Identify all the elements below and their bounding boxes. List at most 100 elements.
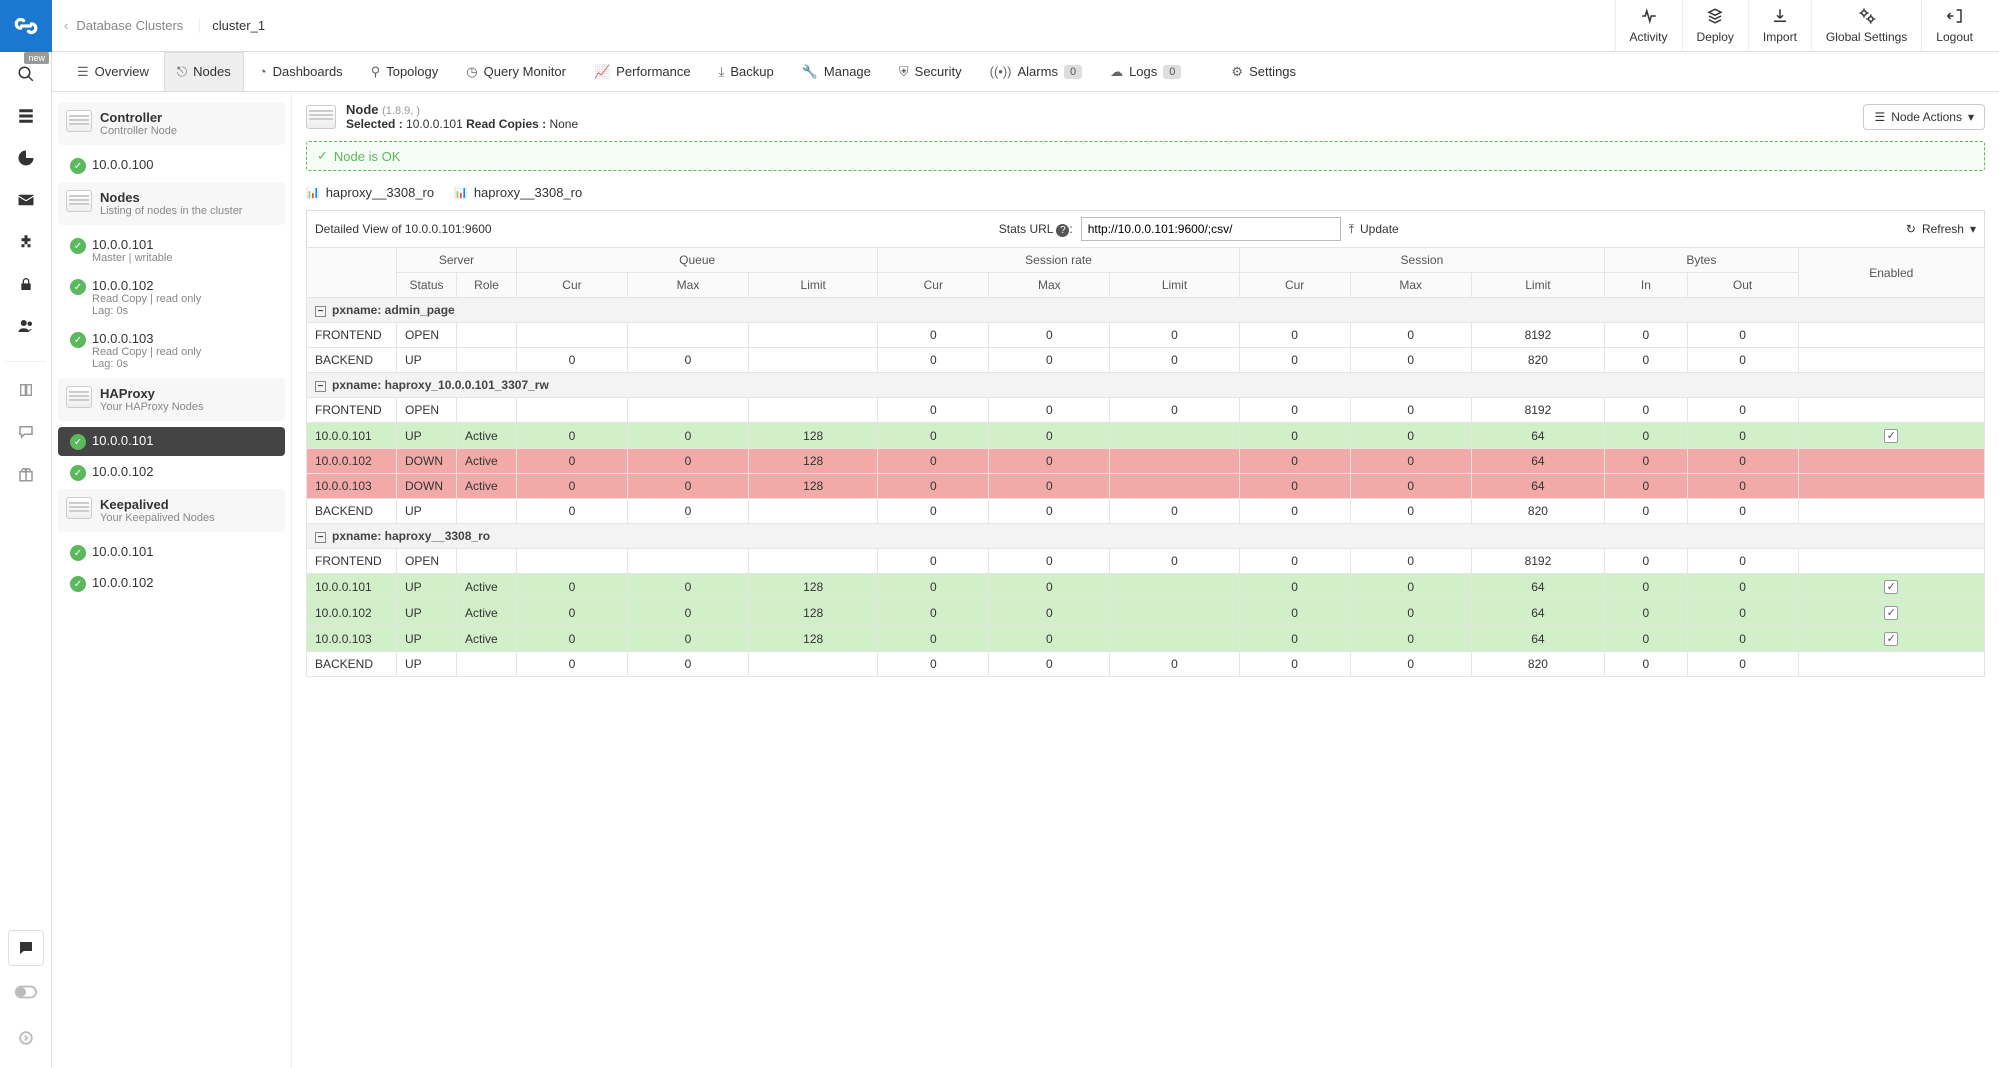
- node-actions-button[interactable]: ☰ Node Actions ▾: [1863, 104, 1985, 130]
- tab-dashboards[interactable]: ◔Dashboards: [246, 52, 356, 91]
- read-copies-value: None: [549, 117, 578, 131]
- book-icon[interactable]: [6, 370, 46, 410]
- activity-icon: [1639, 7, 1659, 30]
- brand-logo[interactable]: [0, 0, 52, 52]
- chat-button[interactable]: [8, 930, 44, 966]
- rail-divider: [5, 352, 46, 362]
- users-icon[interactable]: [6, 306, 46, 346]
- th-r-limit[interactable]: Limit: [1110, 273, 1239, 298]
- haproxy-node[interactable]: ✓ 10.0.0.101: [58, 427, 285, 456]
- tab-logs[interactable]: ☁Logs0: [1097, 52, 1194, 91]
- table-section-header[interactable]: −pxname: haproxy__3308_ro: [307, 524, 1985, 549]
- enabled-checkbox[interactable]: [1884, 632, 1898, 646]
- help-icon[interactable]: ?: [1056, 224, 1069, 237]
- th-queue[interactable]: Queue: [517, 248, 878, 273]
- enabled-checkbox[interactable]: [1884, 429, 1898, 443]
- keepalived-group-subtitle: Your Keepalived Nodes: [100, 512, 215, 524]
- table-row: 10.0.0.101UPActive0012800006400: [307, 574, 1985, 600]
- th-q-cur[interactable]: Cur: [517, 273, 628, 298]
- gears-icon: [1856, 7, 1878, 30]
- breadcrumb: ‹ Database Clusters cluster_1: [64, 18, 265, 33]
- collapse-icon[interactable]: −: [315, 306, 326, 317]
- reports-icon[interactable]: [6, 138, 46, 178]
- th-bytes[interactable]: Bytes: [1605, 248, 1798, 273]
- table-row: 10.0.0.102UPActive0012800006400: [307, 600, 1985, 626]
- th-bytes-out[interactable]: Out: [1687, 273, 1798, 298]
- db-node[interactable]: ✓ 10.0.0.102Read Copy | read onlyLag: 0s: [58, 272, 285, 323]
- th-role[interactable]: Role: [457, 273, 517, 298]
- enabled-checkbox[interactable]: [1884, 606, 1898, 620]
- tab-overview[interactable]: ☰Overview: [64, 52, 162, 91]
- chevron-down-icon: ▾: [1968, 110, 1974, 124]
- global-settings-button[interactable]: Global Settings: [1811, 0, 1921, 52]
- status-ok-icon: ✓: [70, 576, 86, 592]
- collapse-icon[interactable]: −: [315, 381, 326, 392]
- tab-backup[interactable]: ⤓Backup: [706, 52, 787, 91]
- tab-manage[interactable]: 🔧Manage: [789, 52, 884, 91]
- plugin-icon[interactable]: [6, 222, 46, 262]
- selected-label: Selected :: [346, 117, 403, 131]
- nodes-group-title: Nodes: [100, 190, 242, 205]
- keepalived-node[interactable]: ✓ 10.0.0.101: [58, 538, 285, 567]
- selected-ip: 10.0.0.101: [406, 117, 463, 131]
- lock-icon[interactable]: [6, 264, 46, 304]
- th-r-max[interactable]: Max: [989, 273, 1110, 298]
- logout-button[interactable]: Logout: [1921, 0, 1987, 52]
- table-section-header[interactable]: −pxname: admin_page: [307, 298, 1985, 323]
- breadcrumb-root[interactable]: Database Clusters: [76, 18, 183, 33]
- enabled-checkbox[interactable]: [1884, 580, 1898, 594]
- th-q-limit[interactable]: Limit: [749, 273, 878, 298]
- tab-topology[interactable]: ⚲Topology: [358, 52, 452, 91]
- speech-icon[interactable]: [6, 412, 46, 452]
- gift-icon[interactable]: [6, 454, 46, 494]
- haproxy-group: HAProxy Your HAProxy Nodes: [58, 378, 285, 421]
- tab-settings[interactable]: ⚙Settings: [1218, 52, 1309, 91]
- expand-icon[interactable]: [6, 1018, 46, 1058]
- th-s-cur[interactable]: Cur: [1239, 273, 1350, 298]
- tab-security[interactable]: ⛨Security: [886, 52, 975, 91]
- collapse-icon[interactable]: −: [315, 532, 326, 543]
- keepalived-node[interactable]: ✓ 10.0.0.102: [58, 569, 285, 598]
- controller-node[interactable]: ✓ 10.0.0.100: [58, 151, 285, 180]
- subtab-haproxy-a[interactable]: 📊haproxy__3308_ro: [306, 185, 434, 200]
- subtab-haproxy-b[interactable]: 📊haproxy__3308_ro: [454, 185, 582, 200]
- clusters-icon[interactable]: [6, 96, 46, 136]
- table-row: BACKENDUP000000082000: [307, 499, 1985, 524]
- detail-panel: Node (1.8.9, ) Selected : 10.0.0.101 Rea…: [292, 92, 1999, 1068]
- table-section-header[interactable]: −pxname: haproxy_10.0.0.101_3307_rw: [307, 373, 1985, 398]
- import-button[interactable]: Import: [1748, 0, 1811, 52]
- status-ok-icon: ✓: [70, 238, 86, 254]
- tab-alarms[interactable]: ((•))Alarms0: [977, 52, 1095, 91]
- th-session[interactable]: Session: [1239, 248, 1604, 273]
- global-settings-label: Global Settings: [1826, 30, 1907, 44]
- db-node[interactable]: ✓ 10.0.0.101Master | writable: [58, 231, 285, 270]
- toggle-icon[interactable]: [6, 972, 46, 1012]
- keepalived-group-title: Keepalived: [100, 497, 215, 512]
- th-server[interactable]: Server: [397, 248, 517, 273]
- detail-header: Node (1.8.9, ) Selected : 10.0.0.101 Rea…: [306, 102, 1985, 131]
- th-enabled[interactable]: Enabled: [1798, 248, 1984, 298]
- th-r-cur[interactable]: Cur: [878, 273, 989, 298]
- controller-group: Controller Controller Node: [58, 102, 285, 145]
- chevron-left-icon[interactable]: ‹: [64, 18, 68, 33]
- th-bytes-in[interactable]: In: [1605, 273, 1687, 298]
- th-q-max[interactable]: Max: [627, 273, 748, 298]
- stats-url-input[interactable]: [1081, 217, 1341, 241]
- th-s-max[interactable]: Max: [1350, 273, 1471, 298]
- refresh-button[interactable]: ↻Refresh▾: [1906, 222, 1976, 236]
- db-node[interactable]: ✓ 10.0.0.103Read Copy | read onlyLag: 0s: [58, 325, 285, 376]
- update-button[interactable]: ⤒Update: [1349, 222, 1399, 237]
- th-s-limit[interactable]: Limit: [1471, 273, 1604, 298]
- activity-button[interactable]: Activity: [1615, 0, 1682, 52]
- tab-performance[interactable]: 📈Performance: [581, 52, 704, 91]
- th-status[interactable]: Status: [397, 273, 457, 298]
- th-session-rate[interactable]: Session rate: [878, 248, 1239, 273]
- mail-icon[interactable]: [6, 180, 46, 220]
- haproxy-node[interactable]: ✓ 10.0.0.102: [58, 458, 285, 487]
- tab-nodes[interactable]: ⎋Nodes: [164, 52, 244, 91]
- tab-query-monitor[interactable]: ◷Query Monitor: [453, 52, 579, 91]
- deploy-button[interactable]: Deploy: [1682, 0, 1748, 52]
- server-icon: [306, 105, 336, 129]
- table-toolbar: Detailed View of 10.0.0.101:9600 Stats U…: [306, 210, 1985, 247]
- import-label: Import: [1763, 30, 1797, 44]
